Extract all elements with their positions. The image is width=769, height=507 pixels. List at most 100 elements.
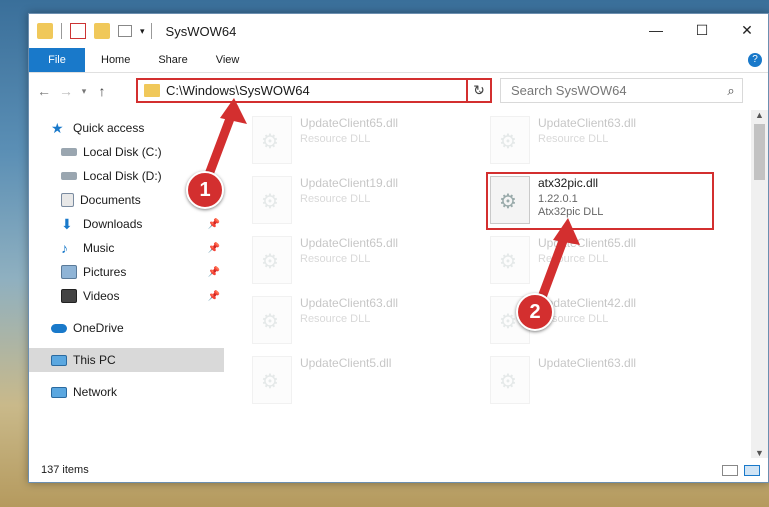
music-icon: ♪: [61, 240, 68, 256]
folder-icon: [144, 84, 160, 97]
dll-file-icon: [252, 176, 292, 224]
minimize-button[interactable]: —: [633, 14, 679, 46]
dll-file-icon: [252, 236, 292, 284]
file-name: UpdateClient5.dll: [300, 356, 392, 370]
details-view-icon[interactable]: [722, 464, 738, 476]
nav-onedrive[interactable]: OneDrive: [29, 316, 224, 340]
nav-label: Local Disk (D:): [83, 169, 162, 183]
nav-label: Quick access: [73, 121, 145, 135]
pc-icon: [51, 354, 67, 366]
file-item[interactable]: UpdateClient19.dll Resource DLL: [252, 176, 472, 232]
file-item[interactable]: UpdateClient65.dll Resource DLL: [252, 116, 472, 172]
file-item[interactable]: UpdateClient63.dll: [490, 356, 710, 412]
scroll-thumb[interactable]: [754, 124, 765, 180]
pin-icon[interactable]: 📌: [208, 243, 220, 254]
nav-music[interactable]: ♪ Music 📌: [29, 236, 224, 260]
refresh-icon: ↻: [473, 82, 485, 98]
file-name: UpdateClient63.dll: [538, 356, 637, 370]
file-type: Resource DLL: [300, 193, 371, 205]
pin-icon[interactable]: 📌: [208, 267, 220, 278]
view-toggle: [722, 464, 760, 476]
file-item[interactable]: UpdateClient63.dll Resource DLL: [252, 296, 472, 352]
scroll-up-icon[interactable]: ▲: [751, 110, 768, 120]
chevron-down-icon[interactable]: ▾: [140, 26, 145, 37]
status-bar: 137 items: [29, 458, 768, 482]
address-bar[interactable]: C:\Windows\SysWOW64 ⌄: [136, 78, 492, 103]
maximize-button[interactable]: ☐: [679, 14, 725, 46]
nav-label: Local Disk (C:): [83, 145, 162, 159]
search-icon[interactable]: ⌕: [720, 83, 742, 99]
nav-label: Network: [73, 385, 118, 399]
window-title: SysWOW64: [165, 23, 237, 39]
dll-file-icon: [252, 296, 292, 344]
vertical-scrollbar[interactable]: ▲ ▼: [751, 110, 768, 458]
nav-label: Music: [83, 241, 115, 255]
nav-label: Downloads: [83, 217, 143, 231]
tab-home[interactable]: Home: [85, 48, 144, 72]
nav-network[interactable]: Network: [29, 380, 224, 404]
file-item[interactable]: UpdateClient65.dll Resource DLL: [252, 236, 472, 292]
file-item[interactable]: UpdateClient63.dll Resource DLL: [490, 116, 710, 172]
dll-file-icon: [490, 116, 530, 164]
separator: [61, 23, 62, 39]
file-name: UpdateClient65.dll: [538, 236, 637, 250]
address-path[interactable]: C:\Windows\SysWOW64: [166, 83, 472, 98]
close-button[interactable]: ✕: [724, 14, 769, 46]
separator: [150, 23, 152, 39]
search-input[interactable]: Search SysWOW64: [511, 83, 720, 98]
dll-file-icon: [490, 356, 530, 404]
nav-local-disk-c[interactable]: Local Disk (C:): [29, 140, 224, 164]
pin-icon[interactable]: 📌: [208, 291, 220, 302]
file-list: UpdateClient65.dll Resource DLL UpdateCli…: [224, 110, 768, 458]
file-type: Resource DLL: [300, 133, 371, 145]
dll-file-icon: [252, 356, 292, 404]
scroll-down-icon[interactable]: ▼: [751, 448, 768, 458]
file-name: UpdateClient65.dll: [300, 116, 399, 130]
up-button[interactable]: ↑: [91, 83, 113, 99]
help-button[interactable]: ?: [742, 48, 768, 72]
ribbon-tabs: File Home Share View ?: [29, 48, 768, 73]
file-type: Resource DLL: [538, 253, 609, 265]
navigation-pane: ★ Quick access Local Disk (C:) Local Dis…: [29, 110, 224, 458]
file-name: UpdateClient63.dll: [300, 296, 399, 310]
tab-share[interactable]: Share: [144, 48, 201, 72]
refresh-button[interactable]: ↻: [466, 78, 492, 103]
properties-icon[interactable]: [70, 23, 86, 39]
step-badge-1: 1: [186, 171, 224, 209]
file-name: UpdateClient65.dll: [300, 236, 399, 250]
nav-label: Pictures: [83, 265, 127, 279]
dll-file-icon: [252, 116, 292, 164]
videos-icon: [61, 289, 77, 303]
file-item[interactable]: UpdateClient5.dll: [252, 356, 472, 412]
item-count: 137 items: [41, 464, 89, 476]
search-box[interactable]: Search SysWOW64 ⌕: [500, 78, 743, 103]
file-name: UpdateClient63.dll: [538, 116, 637, 130]
tab-file[interactable]: File: [29, 48, 85, 72]
new-folder-icon[interactable]: [94, 23, 110, 39]
dll-file-icon: [490, 236, 530, 284]
nav-this-pc[interactable]: This PC: [29, 348, 224, 372]
help-icon: ?: [748, 53, 762, 67]
nav-pictures[interactable]: Pictures 📌: [29, 260, 224, 284]
downloads-icon: ⬇: [61, 216, 73, 232]
nav-videos[interactable]: Videos 📌: [29, 284, 224, 308]
star-icon: ★: [51, 120, 64, 136]
nav-downloads[interactable]: ⬇ Downloads 📌: [29, 212, 224, 236]
nav-label: Videos: [83, 289, 120, 303]
address-row: ← → ▾ ↑ C:\Windows\SysWOW64 ⌄ ↻ Search S…: [29, 73, 768, 109]
large-icons-view-icon[interactable]: [744, 464, 760, 476]
pin-icon[interactable]: 📌: [208, 219, 220, 230]
title-bar: ▾ SysWOW64 — ☐ ✕: [29, 14, 768, 48]
file-highlight-box: [486, 172, 714, 230]
network-icon: [51, 386, 67, 398]
customize-icon[interactable]: [118, 25, 132, 37]
tab-view[interactable]: View: [202, 48, 254, 72]
file-item[interactable]: UpdateClient65.dll Resource DLL: [490, 236, 710, 292]
back-button[interactable]: ←: [33, 83, 55, 99]
nav-quick-access[interactable]: ★ Quick access: [29, 116, 224, 140]
file-type: Resource DLL: [300, 253, 371, 265]
folder-icon: [37, 23, 53, 39]
recent-locations-button[interactable]: ▾: [77, 86, 91, 97]
forward-button[interactable]: →: [55, 83, 77, 99]
